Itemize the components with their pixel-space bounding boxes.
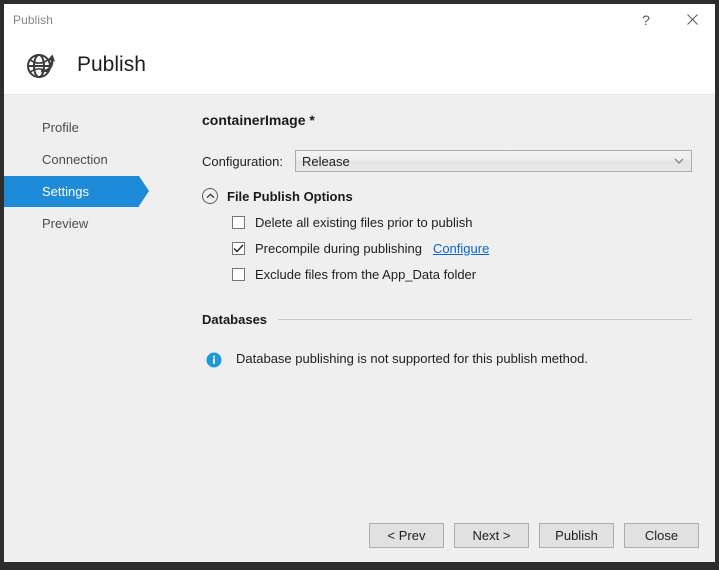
title-bar-buttons: ?: [623, 4, 715, 35]
configuration-select[interactable]: Release: [295, 150, 692, 172]
configuration-value: Release: [302, 153, 350, 169]
option-precompile-during-publishing[interactable]: Precompile during publishing Configure: [232, 236, 692, 260]
prev-button[interactable]: < Prev: [369, 522, 444, 548]
globe-publish-icon: [22, 46, 60, 84]
button-label: Close: [644, 527, 679, 543]
databases-title: Databases: [202, 312, 268, 327]
delete-existing-files-checkbox[interactable]: [232, 215, 245, 229]
publish-dialog-window: Publish ? Publish Profile Connection Set…: [4, 4, 715, 562]
sidebar-item-settings[interactable]: Settings: [4, 176, 149, 207]
configuration-label: Configuration:: [202, 153, 283, 169]
dialog-footer: < Prev Next > Publish Close: [4, 508, 715, 562]
option-exclude-app-data[interactable]: Exclude files from the App_Data folder: [232, 262, 692, 286]
file-publish-options-title: File Publish Options: [227, 188, 353, 204]
screen: Publish ? Publish Profile Connection Set…: [0, 0, 719, 570]
publish-button[interactable]: Publish: [539, 522, 614, 548]
configuration-row: Configuration: Release: [202, 150, 692, 172]
question-mark-icon: ?: [642, 11, 650, 28]
databases-section-header: Databases: [202, 312, 692, 327]
help-button[interactable]: ?: [623, 4, 669, 35]
sidebar-item-label: Settings: [42, 184, 89, 199]
file-publish-options-header[interactable]: File Publish Options: [202, 188, 692, 204]
sidebar-item-connection[interactable]: Connection: [4, 144, 174, 175]
settings-panel: containerImage * Configuration: Release: [174, 95, 715, 508]
page-title: Publish: [77, 52, 146, 76]
chevron-down-icon: [673, 157, 685, 165]
exclude-app-data-checkbox[interactable]: [232, 267, 245, 281]
section-divider: [278, 319, 692, 320]
precompile-checkbox[interactable]: [232, 241, 245, 255]
option-label: Precompile during publishing: [255, 240, 422, 256]
window-close-button[interactable]: [669, 4, 715, 35]
sidebar-item-label: Connection: [42, 152, 108, 167]
dialog-header: Publish: [4, 35, 715, 95]
sidebar-item-profile[interactable]: Profile: [4, 112, 174, 143]
option-label: Delete all existing files prior to publi…: [255, 214, 473, 230]
info-icon: [206, 352, 222, 368]
button-label: Publish: [555, 527, 598, 543]
file-publish-options-list: Delete all existing files prior to publi…: [202, 210, 692, 286]
chevron-up-circle-icon[interactable]: [202, 188, 218, 204]
button-label: Next >: [472, 527, 511, 543]
option-label: Exclude files from the App_Data folder: [255, 266, 477, 282]
dialog-body: Profile Connection Settings Preview cont…: [4, 95, 715, 508]
option-delete-existing-files[interactable]: Delete all existing files prior to publi…: [232, 210, 692, 234]
window-title: Publish: [13, 12, 54, 27]
configure-link[interactable]: Configure: [433, 241, 489, 256]
databases-info-row: Database publishing is not supported for…: [202, 351, 692, 368]
next-button[interactable]: Next >: [454, 522, 529, 548]
sidebar-item-label: Profile: [42, 120, 79, 135]
sidebar-item-preview[interactable]: Preview: [4, 208, 174, 239]
button-label: < Prev: [387, 527, 426, 543]
title-bar: Publish ?: [4, 4, 715, 35]
sidebar-item-label: Preview: [42, 216, 89, 231]
checkmark-icon: [233, 244, 244, 252]
databases-info-message: Database publishing is not supported for…: [236, 351, 588, 366]
sidebar: Profile Connection Settings Preview: [4, 95, 174, 508]
profile-name-title: containerImage *: [202, 112, 315, 128]
close-button[interactable]: Close: [624, 522, 699, 548]
close-icon: [686, 14, 698, 25]
